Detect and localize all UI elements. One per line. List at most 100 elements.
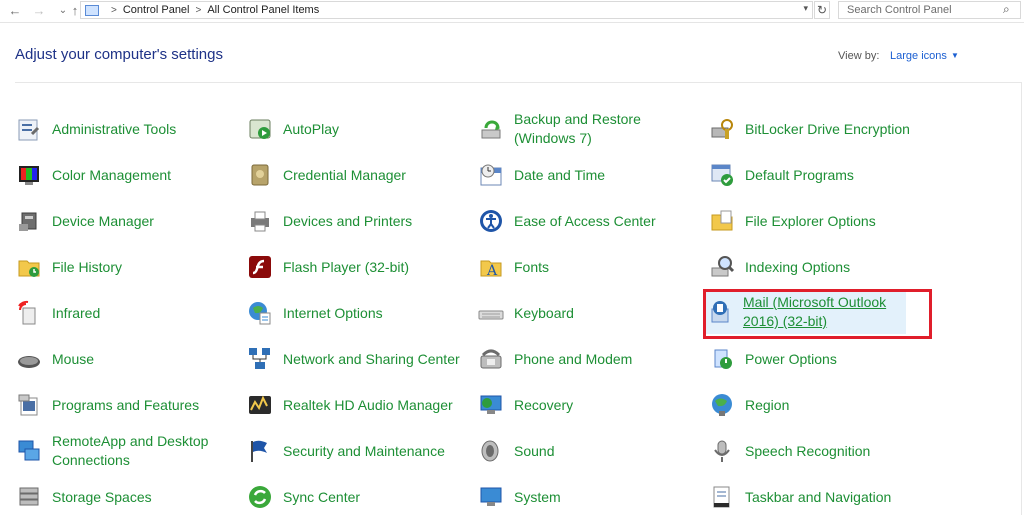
control-panel-item-label: Default Programs	[745, 166, 854, 183]
control-panel-item-label: Keyboard	[514, 304, 574, 321]
programs-icon	[15, 391, 43, 419]
control-panel-item[interactable]: Default Programs	[708, 153, 933, 197]
control-panel-item[interactable]: Credential Manager	[246, 153, 471, 197]
control-panel-item[interactable]: Flash Player (32-bit)	[246, 245, 471, 289]
admin-tools-icon-graphic	[18, 119, 40, 141]
date-time-icon-graphic	[480, 164, 502, 186]
control-panel-item-label: Storage Spaces	[52, 488, 152, 505]
control-panel-item-label: Infrared	[52, 304, 101, 321]
control-panel-item[interactable]: Realtek HD Audio Manager	[246, 383, 471, 427]
control-panel-item-label: Device Manager	[52, 212, 154, 229]
storage-icon	[15, 483, 43, 511]
date-time-icon	[477, 161, 505, 189]
control-panel-item-label: Taskbar and Navigation	[745, 488, 892, 505]
flag-icon-graphic	[251, 440, 267, 462]
control-panel-item[interactable]: Keyboard	[477, 291, 702, 335]
scroll-edge	[1021, 82, 1022, 515]
credential-manager-icon	[246, 161, 274, 189]
control-panel-item-label: Network and Sharing Center	[283, 350, 460, 367]
control-panel-item[interactable]: Programs and Features	[15, 383, 240, 427]
control-panel-item[interactable]: Infrared	[15, 291, 240, 335]
control-panel-item[interactable]: File Explorer Options	[708, 199, 933, 243]
breadcrumb-all-items[interactable]: All Control Panel Items	[207, 4, 319, 16]
control-panel-item[interactable]: Network and Sharing Center	[246, 337, 471, 381]
breadcrumb-control-panel[interactable]: Control Panel	[123, 4, 190, 16]
power-icon-graphic	[714, 349, 732, 369]
control-panel-item[interactable]: Recovery	[477, 383, 702, 427]
control-panel-item-label: Recovery	[514, 396, 574, 413]
speaker-icon	[477, 437, 505, 465]
flash-icon	[246, 253, 274, 281]
address-field[interactable]: > Control Panel > All Control Panel Item…	[80, 1, 813, 19]
control-panel-item[interactable]: Devices and Printers	[246, 199, 471, 243]
selection-highlight-box	[703, 289, 932, 339]
control-panel-item[interactable]: Ease of Access Center	[477, 199, 702, 243]
control-panel-item-label: Power Options	[745, 350, 837, 367]
control-panel-item-label: Color Management	[52, 166, 172, 183]
control-panel-item[interactable]: Device Manager	[15, 199, 240, 243]
control-panel-item-label: Sync Center	[283, 488, 361, 505]
file-history-icon	[15, 253, 43, 281]
control-panel-item[interactable]: System	[477, 475, 702, 519]
back-arrow-icon[interactable]: ←	[6, 2, 24, 20]
control-panel-item-label: Internet Options	[283, 304, 383, 321]
refresh-button[interactable]: ↻	[814, 1, 830, 19]
control-panel-item[interactable]: Phone and Modem	[477, 337, 702, 381]
device-manager-icon-graphic	[19, 212, 37, 231]
control-panel-item[interactable]: File History	[15, 245, 240, 289]
svg-text:A: A	[486, 263, 498, 279]
audio-manager-icon	[246, 391, 274, 419]
taskbar-icon	[708, 483, 736, 511]
default-programs-icon	[708, 161, 736, 189]
control-panel-item-label: Date and Time	[514, 166, 606, 183]
control-panel-item[interactable]: A Fonts	[477, 245, 702, 289]
control-panel-item[interactable]: Date and Time	[477, 153, 702, 197]
control-panel-item[interactable]: Mouse	[15, 337, 240, 381]
view-by-label: View by:	[838, 50, 880, 62]
microphone-icon	[708, 437, 736, 465]
control-panel-item[interactable]: Indexing Options	[708, 245, 933, 289]
storage-icon-graphic	[19, 487, 39, 506]
mouse-icon-graphic	[18, 356, 40, 368]
control-panel-item-label: RemoteApp and Desktop Connections	[52, 433, 209, 468]
control-panel-item-label: Devices and Printers	[283, 212, 413, 229]
address-dropdown-icon[interactable]: ▾	[803, 3, 808, 14]
control-panel-item[interactable]: Color Management	[15, 153, 240, 197]
network-icon	[246, 345, 274, 373]
control-panel-item-label: File History	[52, 258, 123, 275]
ease-of-access-icon	[477, 207, 505, 235]
control-panel-item[interactable]: RemoteApp and Desktop Connections	[15, 429, 240, 473]
forward-arrow-icon[interactable]: →	[30, 2, 48, 20]
control-panel-item[interactable]: Speech Recognition	[708, 429, 933, 473]
search-icon[interactable]: ⌕	[1003, 2, 1010, 17]
control-panel-item-label: Sound	[514, 442, 555, 459]
control-panel-item[interactable]: AutoPlay	[246, 107, 471, 151]
ease-of-access-icon-graphic	[480, 210, 502, 232]
phone-icon	[477, 345, 505, 373]
breadcrumb-chevron-icon: >	[111, 4, 117, 16]
control-panel-item[interactable]: Power Options	[708, 337, 933, 381]
control-panel-item[interactable]: Backup and Restore (Windows 7)	[477, 107, 702, 151]
autoplay-icon-graphic	[249, 119, 271, 139]
control-panel-item-label: File Explorer Options	[745, 212, 876, 229]
control-panel-item[interactable]: Sync Center	[246, 475, 471, 519]
address-bar: ← → ⌄ ↑ > Control Panel > All Control Pa…	[0, 0, 1024, 23]
view-by-dropdown[interactable]: Large icons	[890, 50, 947, 62]
control-panel-item[interactable]: Security and Maintenance	[246, 429, 471, 473]
refresh-icon: ↻	[816, 3, 828, 17]
search-input[interactable]: Search Control Panel	[838, 1, 1021, 19]
control-panel-item-label: Indexing Options	[745, 258, 851, 275]
page-title: Adjust your computer's settings	[15, 46, 223, 63]
bitlocker-icon	[708, 115, 736, 143]
control-panel-item[interactable]: Taskbar and Navigation	[708, 475, 933, 519]
system-icon-graphic	[480, 487, 502, 506]
control-panel-item[interactable]: Internet Options	[246, 291, 471, 335]
system-icon	[477, 483, 505, 511]
control-panel-item[interactable]: BitLocker Drive Encryption	[708, 107, 933, 151]
control-panel-item[interactable]: Storage Spaces	[15, 475, 240, 519]
control-panel-item[interactable]: Administrative Tools	[15, 107, 240, 151]
chevron-down-icon[interactable]: ▼	[951, 51, 959, 60]
control-panel-item[interactable]: Region	[708, 383, 933, 427]
control-panel-item[interactable]: Sound	[477, 429, 702, 473]
network-icon-graphic	[249, 348, 270, 369]
